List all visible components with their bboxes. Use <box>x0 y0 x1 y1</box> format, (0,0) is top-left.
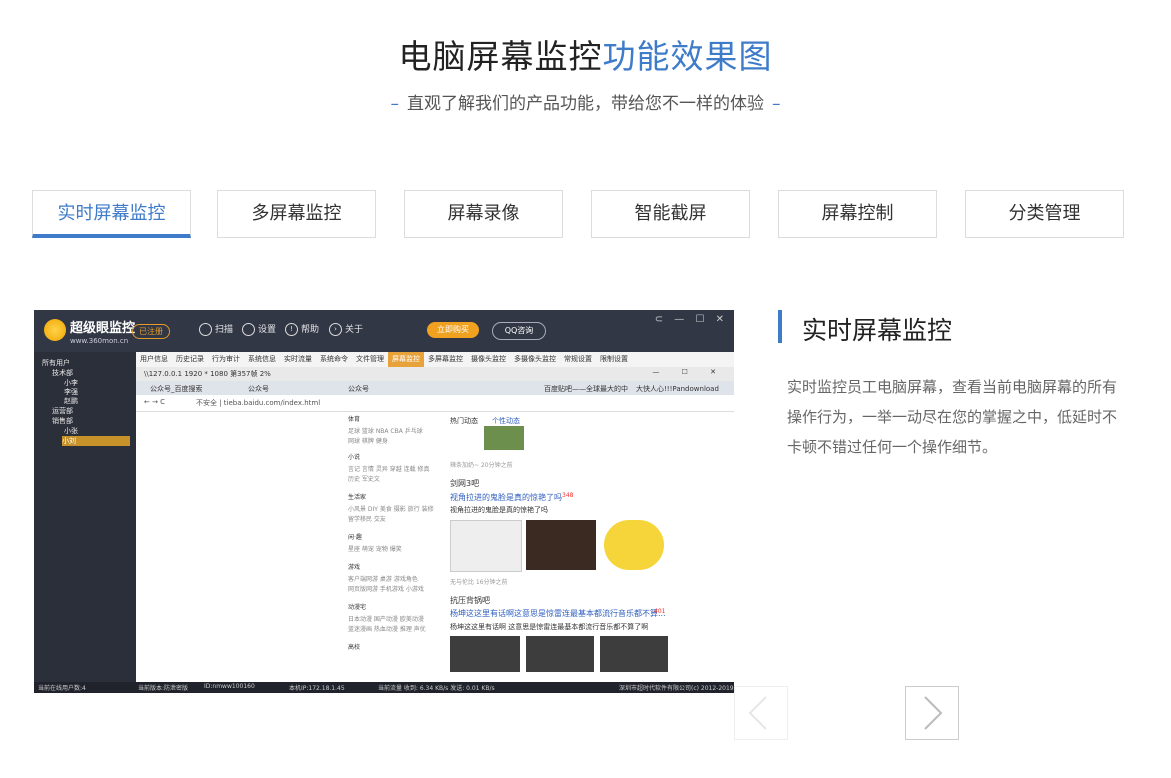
window-controls: ⊂ — ☐ ✕ <box>654 314 728 325</box>
nav-about: › 关于 <box>329 322 363 336</box>
dash-left: – <box>390 94 400 114</box>
dash-right: – <box>772 94 781 114</box>
app-brand: 超级眼监控 www.360mon.cn <box>70 321 136 345</box>
help-icon: ! <box>285 323 298 336</box>
logo-icon <box>44 319 66 341</box>
register-badge: 已注册 <box>132 324 170 339</box>
detail-title: 实时屏幕监控 <box>802 316 953 345</box>
tab-category-manage[interactable]: 分类管理 <box>965 190 1124 238</box>
product-screenshot: 超级眼监控 www.360mon.cn 已注册 扫描 设置 ! 帮助 › 关于 立即购… <box>34 310 734 693</box>
nav-scan: 扫描 <box>199 322 233 336</box>
category-list: 体育 足球 篮球 NBA CBA 乒乓球 网球 棋牌 健身 小说 言记 言情 灵… <box>348 416 434 651</box>
post-image <box>526 636 594 672</box>
post-image <box>600 636 668 672</box>
nav-settings: 设置 <box>242 322 276 336</box>
tab-screen-record[interactable]: 屏幕录像 <box>404 190 563 238</box>
address-bar: ← → C 不安全 | tieba.baidu.com/index.html <box>136 395 734 412</box>
tab-realtime-monitor[interactable]: 实时屏幕监控 <box>32 190 191 238</box>
tab-multi-screen[interactable]: 多屏幕监控 <box>217 190 376 238</box>
chevron-left-icon <box>748 696 767 730</box>
detail-accent-bar <box>778 310 782 343</box>
feed: 热门动态 个性动态 辣条加奶~ 20分钟之前 剑网3吧 视角拉进的鬼脸是真的惊艳了… <box>446 412 708 683</box>
about-icon: › <box>329 323 342 336</box>
tree-item: 运营部 <box>52 407 73 415</box>
next-button[interactable] <box>905 686 959 740</box>
gear-icon <box>242 323 255 336</box>
post-title: 杨坤这这里有话啊这意思是惊雷连最基本都流行音乐都不算... <box>450 609 666 618</box>
user-tree: 所有用户 技术部 小李 李强 赵鹏 运营部 销售部 小张 小刘 <box>34 352 134 682</box>
prev-button[interactable] <box>734 686 788 740</box>
feed-image <box>484 426 524 450</box>
post-image <box>526 520 596 570</box>
remote-titlebar: \\127.0.0.1 1920 * 1080 第357帧 2% — ☐ ✕ <box>136 367 734 381</box>
tieba-page: 体育 足球 篮球 NBA CBA 乒乓球 网球 棋牌 健身 小说 言记 言情 灵… <box>136 412 734 683</box>
post-image <box>450 520 522 572</box>
buy-button: 立即购买 <box>427 322 479 338</box>
tree-item: 销售部 <box>52 417 73 425</box>
page-subtitle: – 直观了解我们的产品功能，带给您不一样的体验 – <box>0 89 1171 114</box>
post-image <box>604 520 664 570</box>
scan-icon <box>199 323 212 336</box>
page-title: 电脑屏幕监控功能效果图 <box>0 30 1171 78</box>
tab-screen-control[interactable]: 屏幕控制 <box>778 190 937 238</box>
title-accent: 功能效果图 <box>602 37 773 76</box>
tree-item: 所有用户 <box>42 359 70 367</box>
tree-item: 赵鹏 <box>64 397 78 405</box>
nav-help: ! 帮助 <box>285 322 319 336</box>
tab-smart-capture[interactable]: 智能截屏 <box>591 190 750 238</box>
post-title: 视角拉进的鬼脸是真的惊艳了吗 <box>450 493 562 502</box>
tree-item-selected: 小刘 <box>62 436 130 446</box>
feature-tabs: 实时屏幕监控 多屏幕监控 屏幕录像 智能截屏 屏幕控制 分类管理 <box>32 190 1124 238</box>
status-bar: 当前在线用户数:4 当前版本:防泄密版 ID:nmww100160 本机IP:1… <box>34 682 734 693</box>
post-image <box>450 636 520 672</box>
brand-url: www.360mon.cn <box>70 337 129 345</box>
browser-tabs: 公众号_百度搜索 公众号 公众号 百度贴吧——全球最大的中 大快人心!!!Pan… <box>136 381 734 395</box>
chevron-right-icon <box>924 696 943 730</box>
title-main: 电脑屏幕监控 <box>398 37 603 76</box>
command-bar: 用户信息 历史记录 行为审计 系统信息 实时流量 系统命令 文件管理 屏幕监控 多屏幕监控 摄像头… <box>136 352 734 367</box>
tree-item: 技术部 <box>52 369 73 377</box>
remote-screen: \\127.0.0.1 1920 * 1080 第357帧 2% — ☐ ✕ 公众… <box>136 367 734 683</box>
subtitle-text: 直观了解我们的产品功能，带给您不一样的体验 <box>407 94 764 114</box>
detail-description: 实时监控员工电脑屏幕，查看当前电脑屏幕的所有操作行为，一举一动尽在您的掌握之中，… <box>787 378 1118 456</box>
app-titlebar: 超级眼监控 www.360mon.cn 已注册 扫描 设置 ! 帮助 › 关于 立即购… <box>34 310 734 352</box>
tree-item: 小张 <box>64 427 78 435</box>
qq-button: QQ咨询 <box>492 322 546 340</box>
